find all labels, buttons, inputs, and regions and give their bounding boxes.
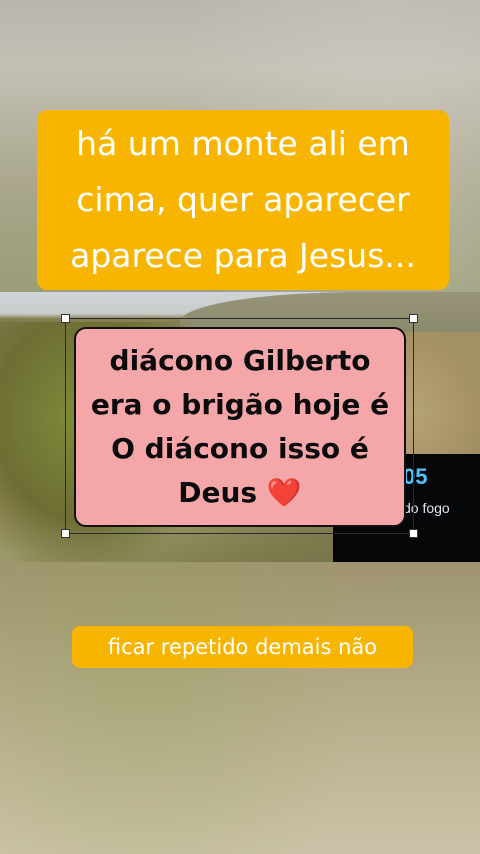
bottom-caption-text: ficar repetido demais não [107,635,378,659]
top-caption-text: há um monte ali em cima, quer aparecer a… [70,124,416,275]
resize-handle-top-right[interactable] [409,314,418,323]
top-caption-bubble[interactable]: há um monte ali em cima, quer aparecer a… [37,110,449,290]
pink-caption-content: diácono Gilberto era o brigão hoje é O d… [84,339,396,515]
pink-caption-bubble[interactable]: diácono Gilberto era o brigão hoje é O d… [74,327,406,527]
resize-handle-bottom-left[interactable] [61,529,70,538]
bottom-caption-bubble[interactable]: ficar repetido demais não [72,626,413,668]
pink-caption-text: diácono Gilberto era o brigão hoje é O d… [90,344,390,509]
resize-handle-top-left[interactable] [61,314,70,323]
heart-icon: ❤️ [266,476,302,509]
resize-handle-bottom-right[interactable] [409,529,418,538]
